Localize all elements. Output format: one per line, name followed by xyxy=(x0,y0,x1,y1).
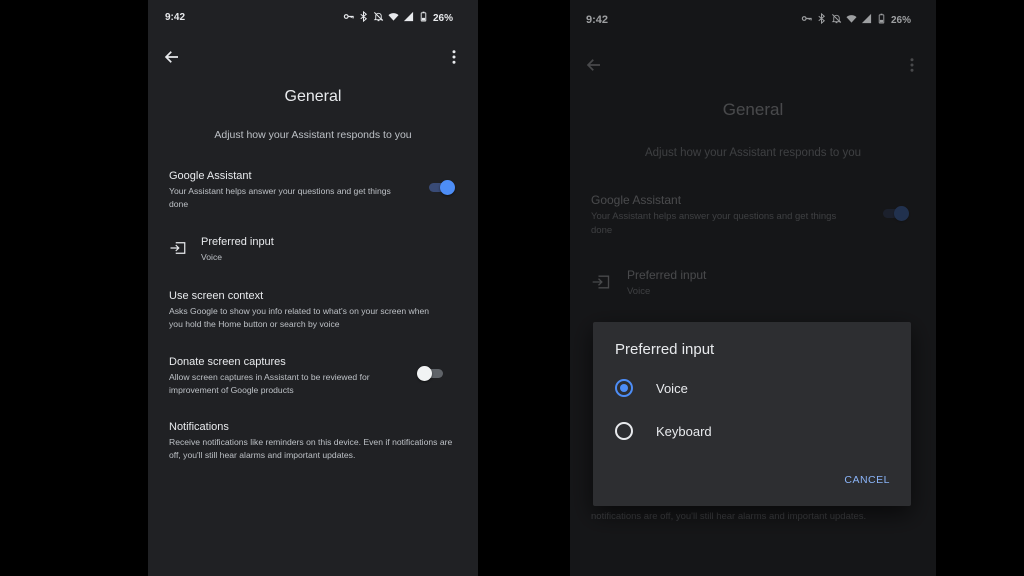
input-icon xyxy=(169,239,187,257)
option-keyboard[interactable]: Keyboard xyxy=(615,416,891,446)
setting-google-assistant[interactable]: Google Assistant Your Assistant helps an… xyxy=(169,169,458,210)
setting-preferred-input[interactable]: Preferred input Voice xyxy=(169,235,458,264)
signal-icon xyxy=(403,11,414,25)
donate-captures-toggle[interactable] xyxy=(417,366,443,381)
option-label: Voice xyxy=(656,380,688,396)
bluetooth-icon xyxy=(358,10,369,25)
notifications-off-icon xyxy=(373,11,384,25)
page-subtitle: Adjust how your Assistant responds to yo… xyxy=(214,129,412,141)
setting-title: Google Assistant xyxy=(169,170,252,182)
google-assistant-toggle[interactable] xyxy=(429,180,455,195)
dialog-title: Preferred input xyxy=(615,341,715,358)
key-icon xyxy=(343,11,354,25)
setting-description: Allow screen captures in Assistant to be… xyxy=(169,372,370,395)
status-icons: 26% xyxy=(343,10,453,25)
cancel-button[interactable]: CANCEL xyxy=(844,474,890,486)
setting-description: Your Assistant helps answer your questio… xyxy=(169,186,391,209)
radio-selected-icon[interactable] xyxy=(615,379,633,397)
setting-title: Preferred input xyxy=(201,236,274,248)
setting-title: Donate screen captures xyxy=(169,356,286,368)
wifi-icon xyxy=(388,11,399,25)
option-voice[interactable]: Voice xyxy=(615,373,891,403)
option-label: Keyboard xyxy=(656,423,712,439)
status-bar: 9:42 26% xyxy=(148,0,478,34)
setting-screen-context[interactable]: Use screen context Asks Google to show y… xyxy=(169,289,458,330)
setting-title: Notifications xyxy=(169,421,229,433)
status-time: 9:42 xyxy=(165,12,186,23)
setting-notifications[interactable]: Notifications Receive notifications like… xyxy=(169,420,458,461)
battery-percentage: 26% xyxy=(432,12,453,24)
more-vert-icon[interactable] xyxy=(445,48,463,66)
setting-description: Receive notifications like reminders on … xyxy=(169,437,453,460)
settings-screen-with-dialog: 9:42 26% General Adjust how your Assista… xyxy=(570,0,936,576)
page-title: General xyxy=(284,88,342,105)
radio-unselected-icon[interactable] xyxy=(615,422,633,440)
app-bar xyxy=(148,42,478,72)
setting-value: Voice xyxy=(201,252,223,262)
preferred-input-dialog: Preferred input Voice Keyboard CANCEL xyxy=(593,322,911,506)
battery-icon xyxy=(418,11,429,25)
settings-screen: 9:42 26% General Adjust how your Assista… xyxy=(148,0,478,576)
setting-donate-screen-captures[interactable]: Donate screen captures Allow screen capt… xyxy=(169,355,458,396)
setting-description: Asks Google to show you info related to … xyxy=(169,306,430,329)
arrow-back-icon[interactable] xyxy=(163,48,181,66)
setting-title: Use screen context xyxy=(169,290,264,302)
